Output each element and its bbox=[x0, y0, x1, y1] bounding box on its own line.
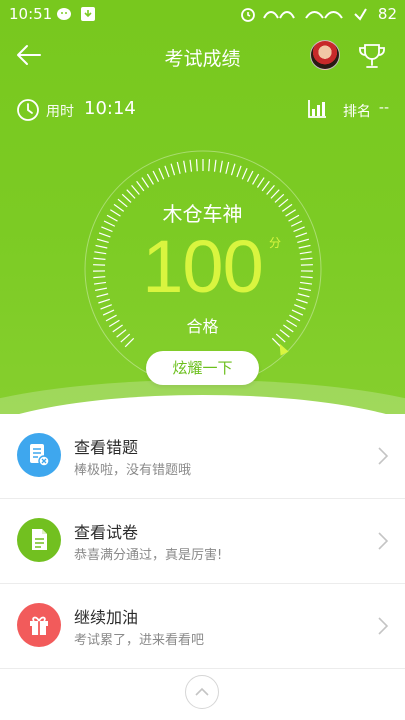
clock-icon bbox=[17, 99, 39, 121]
status-bar: 10:51 82 bbox=[0, 0, 405, 28]
page-title: 考试成绩 bbox=[164, 48, 241, 70]
rank-value: -- bbox=[378, 100, 389, 116]
score-unit: 分 bbox=[269, 236, 282, 250]
item-title: 继续加油 bbox=[74, 608, 139, 627]
gauge-tick bbox=[271, 337, 282, 348]
gauge-tick bbox=[176, 161, 181, 174]
status-time: 10:51 bbox=[9, 5, 53, 23]
gauge-tick bbox=[158, 167, 165, 180]
gauge-tick bbox=[266, 184, 275, 195]
gauge-tick bbox=[170, 163, 176, 176]
gauge-tick bbox=[236, 165, 242, 178]
avatar[interactable] bbox=[310, 40, 340, 70]
item-subtitle: 考试累了，进来看看吧 bbox=[74, 633, 205, 648]
gauge-tick bbox=[252, 173, 260, 185]
trophy-icon[interactable] bbox=[356, 40, 388, 72]
gauge-tick bbox=[131, 184, 140, 195]
gauge-tick bbox=[256, 177, 265, 188]
gauge-tick bbox=[141, 177, 150, 188]
item-title: 查看试卷 bbox=[74, 523, 139, 542]
result-hero: 10:51 82 考试成绩 用时 10:14 排名 -- 木仓车神 100 分 … bbox=[0, 0, 405, 414]
gauge-tick bbox=[241, 167, 248, 180]
rank-label: 排名 bbox=[343, 104, 371, 120]
item-subtitle: 棒极啦，没有错题哦 bbox=[74, 463, 192, 478]
gauge-tick bbox=[136, 180, 145, 192]
gauge-tick bbox=[183, 160, 187, 173]
battery-level: 82 bbox=[377, 5, 397, 23]
share-button[interactable]: 炫耀一下 bbox=[146, 351, 259, 385]
chevron-right-icon bbox=[378, 447, 389, 465]
list-item-wrong-questions[interactable]: 查看错题 棒极啦，没有错题哦 bbox=[0, 414, 405, 499]
time-label: 用时 bbox=[46, 104, 74, 120]
exam-paper-icon bbox=[17, 518, 61, 562]
user-name: 木仓车神 bbox=[162, 202, 243, 226]
action-list: 查看错题 棒极啦，没有错题哦 查看试卷 恭喜满分通过，真是厉害! 继续加油 考试… bbox=[0, 414, 405, 669]
pass-status: 合格 bbox=[186, 317, 219, 336]
chevron-up-icon bbox=[195, 687, 209, 696]
signal-icon bbox=[263, 11, 295, 19]
wifi-icon bbox=[305, 11, 343, 19]
download-icon bbox=[81, 7, 95, 21]
gauge-tick bbox=[208, 159, 211, 172]
item-title: 查看错题 bbox=[74, 438, 139, 457]
score-value: 100 bbox=[142, 225, 263, 308]
wechat-icon bbox=[57, 8, 71, 20]
gauge-tick bbox=[225, 161, 230, 174]
gauge-marker bbox=[279, 343, 289, 356]
battery-icon bbox=[354, 8, 367, 21]
gauge-tick bbox=[219, 160, 223, 173]
gauge-tick bbox=[230, 163, 236, 176]
bar-chart-icon bbox=[308, 100, 326, 118]
wrong-questions-icon bbox=[17, 433, 61, 477]
alarm-icon bbox=[241, 8, 255, 22]
gauge-tick bbox=[124, 337, 135, 348]
time-value: 10:14 bbox=[84, 98, 136, 119]
top-bar: 考试成绩 bbox=[0, 30, 405, 82]
gauge-tick bbox=[152, 170, 160, 182]
gauge-tick bbox=[213, 159, 217, 172]
gauge-tick bbox=[164, 165, 170, 178]
gauge-tick bbox=[189, 159, 193, 172]
item-subtitle: 恭喜满分通过，真是厉害! bbox=[74, 548, 223, 563]
rank: 排名 -- bbox=[307, 96, 389, 124]
gauge-tick bbox=[195, 159, 198, 172]
list-item-exam-paper[interactable]: 查看试卷 恭喜满分通过，真是厉害! bbox=[0, 499, 405, 584]
list-item-keep-going[interactable]: 继续加油 考试累了，进来看看吧 bbox=[0, 584, 405, 669]
gauge-tick bbox=[261, 180, 270, 192]
scroll-up-button[interactable] bbox=[185, 675, 219, 709]
gift-icon bbox=[17, 603, 61, 647]
chevron-right-icon bbox=[378, 532, 389, 550]
gauge-tick bbox=[146, 173, 154, 185]
gauge-tick bbox=[246, 170, 254, 182]
chevron-right-icon bbox=[378, 617, 389, 635]
